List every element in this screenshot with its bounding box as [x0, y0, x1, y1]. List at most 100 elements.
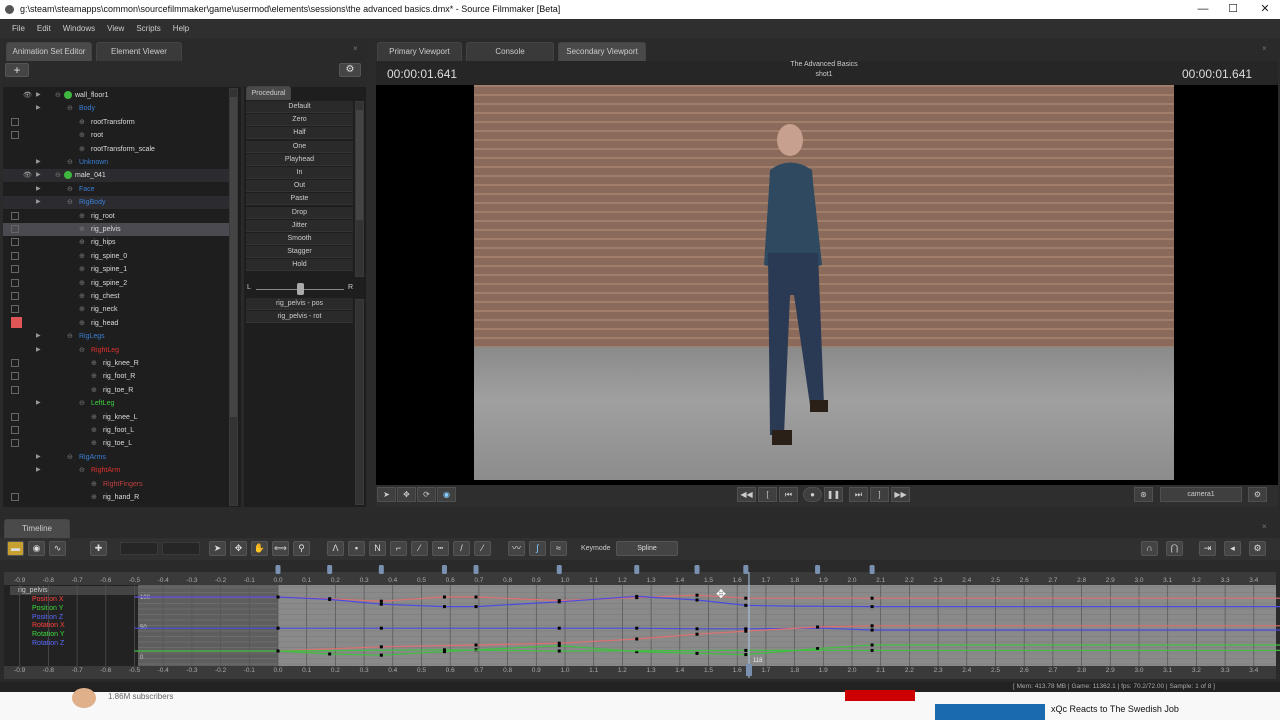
expand-arrow-icon[interactable]: ▶: [36, 196, 41, 209]
eye-icon[interactable]: 👁: [23, 89, 32, 102]
tree-item[interactable]: ▶ ⊖ Face: [3, 183, 231, 196]
tree-item[interactable]: ⊕ rig_foot_R: [3, 370, 231, 383]
close-button[interactable]: ✕: [1250, 0, 1280, 19]
control-rig-pelvis-rot[interactable]: rig_pelvis - rot: [246, 311, 353, 323]
add-key-icon[interactable]: ✚: [90, 541, 107, 556]
expand-toggle-icon[interactable]: ⊕: [91, 384, 97, 397]
timeline-settings-gear-icon[interactable]: ⚙: [1249, 541, 1266, 556]
visibility-checkbox[interactable]: [11, 426, 19, 434]
visibility-checkbox[interactable]: [11, 225, 19, 233]
tree-item[interactable]: ⊕ rig_neck: [3, 303, 231, 316]
expand-arrow-icon[interactable]: ▶: [36, 156, 41, 169]
tree-item[interactable]: ⊕ rig_spine_1: [3, 263, 231, 276]
tangent-line-icon[interactable]: /: [453, 541, 470, 556]
tab-primary-viewport[interactable]: Primary Viewport: [377, 42, 462, 61]
tree-item[interactable]: ⊕ rig_spine_0: [3, 250, 231, 263]
expand-arrow-icon[interactable]: ▶: [36, 169, 41, 182]
clip-editor-icon[interactable]: ▬: [7, 541, 24, 556]
tangent-spline-icon[interactable]: N: [369, 541, 386, 556]
camera-view-icon[interactable]: ⊛: [1134, 487, 1153, 502]
tab-procedural[interactable]: Procedural: [246, 86, 291, 100]
tree-item[interactable]: ▶ ⊖ RigLegs: [3, 330, 231, 343]
close-timeline-icon[interactable]: ×: [1262, 522, 1267, 531]
visibility-checkbox[interactable]: [11, 359, 19, 367]
prev-key-icon[interactable]: ⏮: [779, 487, 798, 502]
tree-item[interactable]: ⊕ rig_root: [3, 210, 231, 223]
tree-item[interactable]: ⊕ rig_toe_L: [3, 437, 231, 450]
expand-toggle-icon[interactable]: ⊕: [79, 223, 85, 236]
procedural-preset-in[interactable]: In: [246, 167, 353, 179]
video-title[interactable]: xQc Reacts to The Swedish Job: [1051, 704, 1179, 714]
expand-toggle-icon[interactable]: ⊕: [79, 116, 85, 129]
record-icon[interactable]: ●: [803, 487, 822, 502]
expand-arrow-icon[interactable]: ▶: [36, 183, 41, 196]
visibility-checkbox[interactable]: [11, 278, 19, 287]
procedural-preset-out[interactable]: Out: [246, 180, 353, 193]
magnet-snap-icon[interactable]: ∩: [1141, 541, 1158, 556]
tree-item[interactable]: ▶ ⊖ RightLeg: [3, 344, 231, 357]
expand-arrow-icon[interactable]: ▶: [36, 344, 41, 357]
curve-noise-icon[interactable]: 〰: [508, 541, 525, 556]
mark-out-icon[interactable]: ]: [870, 487, 889, 502]
tree-item[interactable]: ▶ ⊖ RigBody: [3, 196, 231, 210]
expand-toggle-icon[interactable]: ⊕: [91, 437, 97, 450]
graph-editor[interactable]: -0.9 -0.9 -0.8 -0.8 -0.7 -0.7 -0.6 -0.6 -0.5 -0.5…: [0, 560, 1280, 685]
procedural-preset-playhead[interactable]: Playhead: [246, 153, 353, 166]
tab-timeline[interactable]: Timeline: [4, 519, 70, 538]
tree-item[interactable]: ▶ ⊖ Body: [3, 102, 231, 115]
visibility-checkbox[interactable]: [11, 117, 19, 126]
expand-toggle-icon[interactable]: ⊕: [79, 143, 85, 156]
graph-editor-icon[interactable]: ∿: [49, 541, 66, 556]
visibility-checkbox[interactable]: [11, 316, 22, 328]
minimize-button[interactable]: —: [1188, 0, 1218, 19]
expand-toggle-icon[interactable]: ⊕: [79, 290, 85, 303]
visibility-checkbox[interactable]: [11, 439, 19, 448]
snap-frames-icon[interactable]: ⋂: [1166, 541, 1183, 556]
tree-item[interactable]: ⊕ rootTransform_scale: [3, 143, 231, 156]
procedural-preset-hold[interactable]: Hold: [246, 259, 353, 272]
tab-animation-set-editor[interactable]: Animation Set Editor: [6, 42, 92, 61]
tree-item[interactable]: ⊕ root: [3, 129, 231, 142]
video-thumbnail[interactable]: [935, 704, 1045, 720]
tangent-flat-icon[interactable]: ▪: [348, 541, 365, 556]
expand-arrow-icon[interactable]: ▶: [36, 330, 41, 343]
visibility-checkbox[interactable]: [11, 131, 19, 140]
menu-help[interactable]: Help: [167, 19, 195, 38]
tangent-step-icon[interactable]: ⌐: [390, 541, 407, 556]
expand-toggle-icon[interactable]: ⊕: [79, 263, 85, 276]
expand-toggle-icon[interactable]: ⊕: [91, 357, 97, 370]
tree-item[interactable]: ⊕ rig_knee_R: [3, 357, 231, 370]
menu-scripts[interactable]: Scripts: [130, 19, 166, 38]
expand-toggle-icon[interactable]: ⊕: [91, 478, 97, 491]
pivot-tool-icon[interactable]: ◉: [437, 487, 456, 502]
visibility-checkbox[interactable]: [11, 493, 19, 501]
visibility-checkbox[interactable]: [11, 211, 19, 220]
keymode-select[interactable]: Spline: [616, 541, 678, 556]
tree-item[interactable]: ⊕ rig_hips: [3, 236, 231, 249]
procedural-preset-default[interactable]: Default: [246, 101, 353, 113]
expand-toggle-icon[interactable]: ⊕: [91, 370, 97, 383]
controls-scrollbar[interactable]: [355, 299, 364, 505]
rotate-tool-icon[interactable]: ⟳: [417, 487, 436, 502]
visibility-checkbox[interactable]: [11, 292, 19, 300]
menu-edit[interactable]: Edit: [31, 19, 57, 38]
tangent-weighted-icon[interactable]: ⁄: [474, 541, 491, 556]
expand-arrow-icon[interactable]: ▶: [36, 464, 41, 477]
fast-forward-icon[interactable]: ▶▶: [891, 487, 910, 502]
procedural-preset-jitter[interactable]: Jitter: [246, 219, 353, 232]
expand-toggle-icon[interactable]: ⊖: [79, 344, 85, 357]
rewind-icon[interactable]: ◀◀: [737, 487, 756, 502]
expand-toggle-icon[interactable]: ⊕: [79, 129, 85, 142]
menu-view[interactable]: View: [101, 19, 130, 38]
tree-item[interactable]: ▶ ⊖ RightArm: [3, 464, 231, 477]
expand-toggle-icon[interactable]: ⊕: [79, 250, 85, 263]
move-keys-icon[interactable]: ✥: [230, 541, 247, 556]
tangent-auto-icon[interactable]: Λ: [327, 541, 344, 556]
tree-item[interactable]: 👁 ▶ ⊖ wall_floor1: [3, 89, 231, 102]
mute-audio-icon[interactable]: ◂: [1224, 541, 1241, 556]
menu-file[interactable]: File: [6, 19, 31, 38]
expand-toggle-icon[interactable]: ⊕: [79, 277, 85, 290]
procedural-preset-zero[interactable]: Zero: [246, 114, 353, 127]
visibility-checkbox[interactable]: [11, 265, 19, 274]
key-time-field[interactable]: [120, 542, 158, 555]
